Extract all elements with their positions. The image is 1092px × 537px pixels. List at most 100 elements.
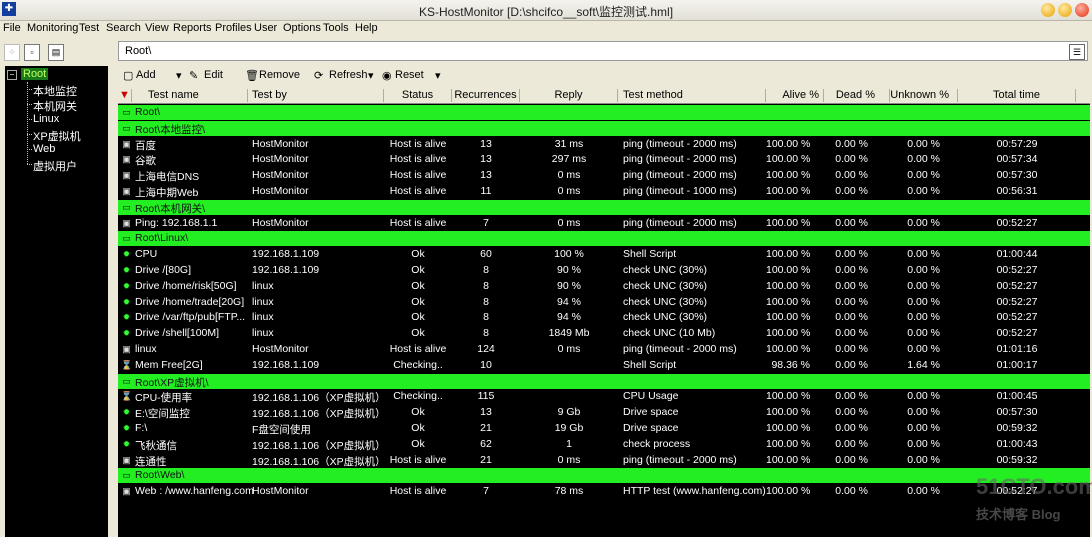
refresh-button[interactable]: Refresh bbox=[329, 69, 368, 81]
menu-view[interactable]: View bbox=[145, 22, 169, 34]
edit-icon: ✎ bbox=[189, 70, 199, 82]
cell-unknown: 0.00 % bbox=[907, 185, 940, 197]
table-row[interactable]: ▣ 连通性 192.168.1.106（XP虚拟机） Host is alive 21 0… bbox=[118, 453, 1090, 468]
col-reply[interactable]: Reply bbox=[520, 89, 618, 102]
cell-total-time: 01:00:17 bbox=[996, 358, 1038, 371]
folder-row[interactable]: ▭ Root\本地监控\ bbox=[118, 120, 1090, 136]
menu-tools[interactable]: Tools bbox=[323, 22, 349, 34]
cell-recurrences: 115 bbox=[477, 390, 495, 403]
tree-root[interactable]: Root bbox=[21, 68, 49, 80]
cell-total-time: 00:59:32 bbox=[996, 422, 1038, 434]
tree-line bbox=[27, 89, 32, 90]
cell-status: Checking.. bbox=[393, 358, 443, 371]
col-dead[interactable]: Dead % bbox=[824, 89, 890, 102]
table-row[interactable]: ✹ Drive /home/trade[20G] linux Ok 8 94 % check… bbox=[118, 295, 1090, 310]
folder-path: Root\ bbox=[135, 106, 161, 118]
cell-unknown: 0.00 % bbox=[907, 295, 940, 308]
path-input[interactable] bbox=[123, 44, 1027, 58]
col-alive[interactable]: Alive % bbox=[766, 89, 824, 102]
menu-reports[interactable]: Reports bbox=[173, 22, 212, 34]
tree-node-xp[interactable]: XP虚拟机 bbox=[33, 128, 81, 144]
table-row[interactable]: ▣ 百度 HostMonitor Host is alive 13 31 ms ping (… bbox=[118, 137, 1090, 152]
table-row[interactable]: ▣ 谷歌 HostMonitor Host is alive 13 297 ms ping … bbox=[118, 152, 1090, 167]
col-unknown[interactable]: Unknown % bbox=[890, 89, 958, 102]
table-row[interactable]: ▣ Web : /www.hanfeng.com HostMonitor Host i… bbox=[118, 484, 1090, 499]
host-icon: ▣ bbox=[122, 344, 131, 354]
cell-unknown: 0.00 % bbox=[907, 279, 940, 292]
cell-recurrences: 8 bbox=[483, 264, 489, 276]
minimize-button[interactable] bbox=[1041, 3, 1055, 17]
col-test-name[interactable]: Test name bbox=[132, 89, 248, 102]
new-icon[interactable]: ✧ bbox=[4, 44, 20, 61]
cell-test-method: CPU Usage bbox=[623, 390, 679, 403]
reset-button[interactable]: Reset bbox=[395, 69, 424, 81]
col-total-time[interactable]: Total time bbox=[958, 89, 1076, 102]
table-row[interactable]: ✹ Drive /shell[100M] linux Ok 8 1849 Mb check … bbox=[118, 326, 1090, 341]
close-button[interactable] bbox=[1075, 3, 1089, 17]
table-row[interactable]: ⌛ Mem Free[2G] 192.168.1.109 Checking.. 10 Sh… bbox=[118, 358, 1090, 373]
table-row[interactable]: ▣ linux HostMonitor Host is alive 124 0 ms pin… bbox=[118, 342, 1090, 357]
cell-unknown: 0.00 % bbox=[907, 137, 940, 150]
table-row[interactable]: ✹ F:\ F盘空间使用 Ok 21 19 Gb Drive space 100.00 % 0.… bbox=[118, 421, 1090, 436]
table-row[interactable]: ✹ 飞秋通信 192.168.1.106（XP虚拟机） Ok 62 1 check proc… bbox=[118, 437, 1090, 452]
cell-status: Host is alive bbox=[389, 216, 447, 229]
table-row[interactable]: ✹ Drive /[80G] 192.168.1.109 Ok 8 90 % check U… bbox=[118, 263, 1090, 278]
cell-reply: 94 % bbox=[557, 311, 581, 324]
cell-test-name: F:\ bbox=[135, 422, 148, 434]
menu-user[interactable]: User bbox=[254, 22, 277, 34]
tree-node-linux[interactable]: Linux bbox=[33, 113, 59, 125]
cell-test-name: 百度 bbox=[135, 139, 156, 152]
browse-icon[interactable]: ☰ bbox=[1069, 44, 1085, 60]
cell-test-name: 上海中期Web bbox=[135, 187, 199, 199]
remove-button[interactable]: Remove bbox=[259, 69, 300, 81]
edit-button[interactable]: Edit bbox=[204, 69, 223, 81]
save-icon[interactable]: ▤ bbox=[48, 44, 64, 61]
folder-row[interactable]: ▭ Root\ bbox=[118, 105, 1090, 120]
table-row[interactable]: ✹ Drive /var/ftp/pub[FTP... linux Ok 8 94 % ch… bbox=[118, 310, 1090, 325]
col-test-by[interactable]: Test by bbox=[248, 89, 384, 102]
refresh-dropdown-icon[interactable]: ▾ bbox=[368, 69, 374, 82]
add-dropdown-icon[interactable]: ▾ bbox=[176, 69, 182, 82]
tree-node-local[interactable]: 本地监控 bbox=[33, 83, 77, 99]
cell-test-method: Drive space bbox=[623, 422, 679, 434]
cell-test-method: ping (timeout - 1000 ms) bbox=[623, 185, 737, 197]
folder-row[interactable]: ▭ Root\Web\ bbox=[118, 468, 1090, 484]
folder-row[interactable]: ▭ Root\XP虚拟机\ bbox=[118, 373, 1090, 389]
cell-test-method: Shell Script bbox=[623, 248, 677, 261]
maximize-button[interactable] bbox=[1058, 3, 1072, 17]
folder-row[interactable]: ▭ Root\Linux\ bbox=[118, 231, 1090, 247]
table-row[interactable]: ⌛ CPU-使用率 192.168.1.106（XP虚拟机） Checking.. 11… bbox=[118, 389, 1090, 404]
col-test-method[interactable]: Test method bbox=[618, 89, 766, 102]
tree-node-web[interactable]: Web bbox=[33, 143, 55, 155]
sort-arrow-icon[interactable]: ▼ bbox=[118, 89, 132, 102]
menu-file[interactable]: File bbox=[3, 22, 21, 34]
menu-options[interactable]: Options bbox=[283, 22, 321, 34]
table-row[interactable]: ✹ E:\空间监控 192.168.1.106（XP虚拟机） Ok 13 9 Gb Driv… bbox=[118, 405, 1090, 420]
menu-help[interactable]: Help bbox=[355, 22, 378, 34]
table-row[interactable]: ▣ 上海中期Web HostMonitor Host is alive 11 0 ms pi… bbox=[118, 184, 1090, 199]
folder-row[interactable]: ▭ Root\本机网关\ bbox=[118, 199, 1090, 215]
col-recurrences[interactable]: Recurrences bbox=[452, 89, 520, 102]
tree-line bbox=[27, 119, 32, 120]
menu-monitoring[interactable]: Monitoring bbox=[27, 22, 78, 34]
col-status[interactable]: Status bbox=[384, 89, 452, 102]
folder-path: Root\Web\ bbox=[135, 469, 185, 482]
cell-test-by: 192.168.1.106（XP虚拟机） bbox=[252, 392, 386, 405]
collapse-icon[interactable]: − bbox=[7, 70, 17, 80]
add-button[interactable]: Add bbox=[136, 69, 156, 81]
reset-dropdown-icon[interactable]: ▾ bbox=[435, 69, 441, 82]
menu-search[interactable]: Search bbox=[106, 22, 141, 34]
table-row[interactable]: ▣ 上海电信DNS HostMonitor Host is alive 13 0 ms pi… bbox=[118, 168, 1090, 183]
cell-alive: 100.00 % bbox=[766, 311, 811, 324]
new-file-icon[interactable]: ▫ bbox=[24, 44, 40, 61]
menu-profiles[interactable]: Profiles bbox=[215, 22, 252, 34]
tree-line bbox=[27, 149, 32, 150]
tree-node-gateway[interactable]: 本机网关 bbox=[33, 98, 77, 114]
cell-status: Ok bbox=[411, 248, 425, 261]
table-row[interactable]: ✹ Drive /home/risk[50G] linux Ok 8 90 % check … bbox=[118, 279, 1090, 294]
cell-test-method: HTTP test (www.hanfeng.com) bbox=[623, 485, 766, 498]
table-row[interactable]: ✹ CPU 192.168.1.109 Ok 60 100 % Shell Script 10… bbox=[118, 247, 1090, 262]
table-row[interactable]: ▣ Ping: 192.168.1.1 HostMonitor Host is ali… bbox=[118, 216, 1090, 231]
menu-test[interactable]: Test bbox=[79, 22, 99, 34]
tree-node-virtual-user[interactable]: 虚拟用户 bbox=[33, 158, 77, 174]
